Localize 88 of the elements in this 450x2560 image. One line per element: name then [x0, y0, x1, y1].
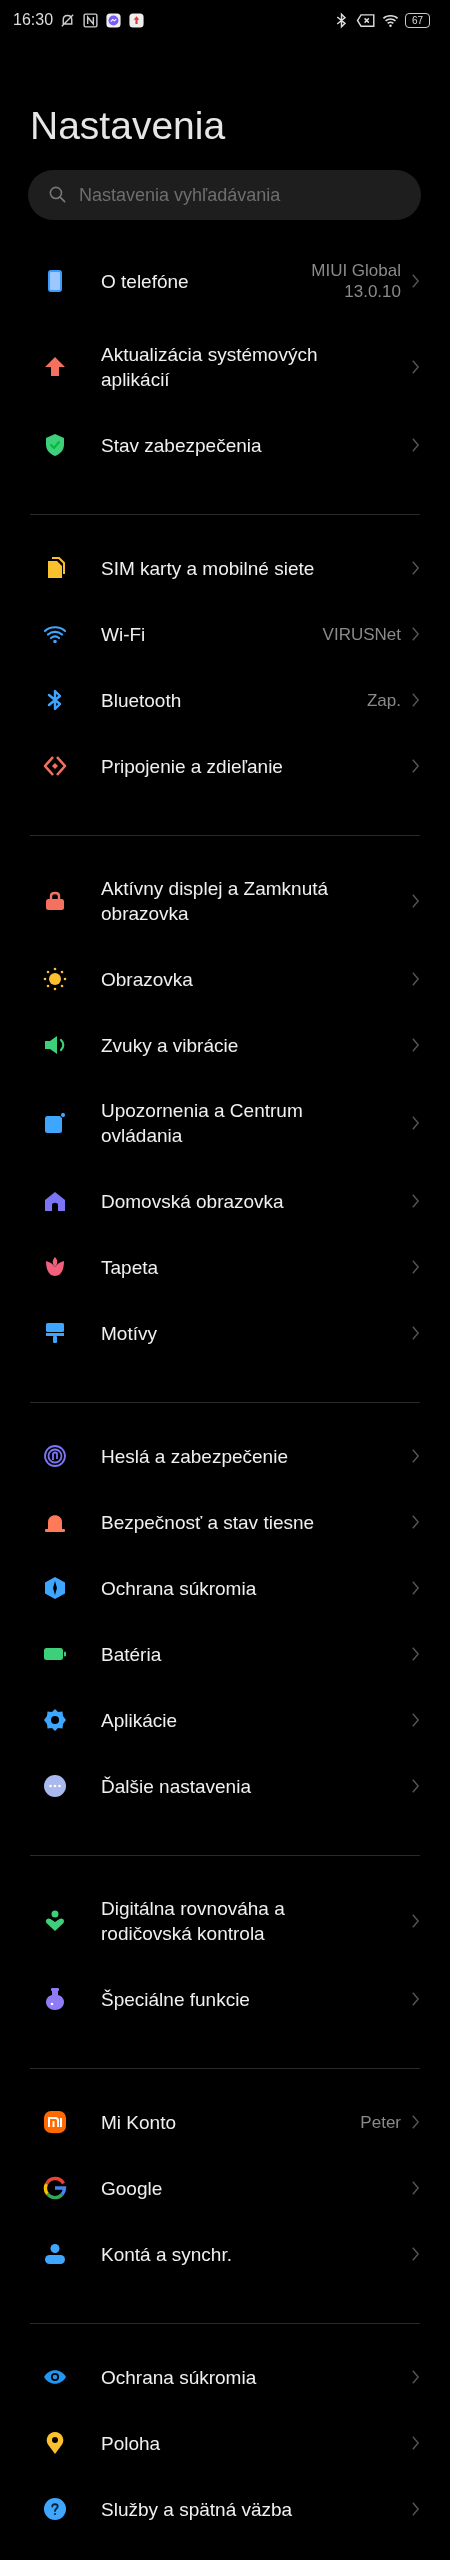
chevron-icon: [411, 1193, 420, 1209]
flower-icon: [43, 1255, 67, 1279]
setting-label[interactable]: Služby a spätná väzba: [101, 2496, 363, 2522]
fingerprint-icon: [43, 1444, 67, 1468]
setting-label[interactable]: Digitálna rovnováha a rodičovská kontrola: [101, 1896, 363, 1946]
chevron-icon: [411, 626, 420, 642]
chevron-icon: [411, 273, 420, 289]
lock-icon: [43, 889, 67, 913]
shield-icon: [43, 433, 67, 457]
chevron-icon: [411, 2114, 420, 2130]
chevron-icon: [411, 1712, 420, 1728]
chevron-icon: [411, 560, 420, 576]
chevron-icon: [411, 2435, 420, 2451]
chevron-icon: [411, 1259, 420, 1275]
chevron-icon: [411, 2369, 420, 2385]
setting-label[interactable]: O telefóne: [101, 268, 296, 294]
chevron-icon: [411, 1913, 420, 1929]
setting-label[interactable]: Google: [101, 2175, 363, 2201]
brush-icon: [43, 1321, 67, 1345]
search-icon: [48, 185, 67, 204]
setting-label[interactable]: Špeciálne funkcie: [101, 1986, 363, 2012]
setting-label[interactable]: Zvuky a vibrácie: [101, 1032, 363, 1058]
chevron-icon: [411, 1448, 420, 1464]
home-icon: [43, 1189, 67, 1213]
status-time: 16:30: [13, 11, 54, 29]
connection-icon: [43, 754, 67, 778]
google-logo-icon: [43, 2176, 67, 2200]
chevron-icon: [411, 359, 420, 375]
search-field[interactable]: Nastavenia vyhľadávania: [28, 170, 421, 220]
speaker-icon: [43, 1033, 67, 1057]
chevron-icon: [411, 2246, 420, 2262]
setting-label[interactable]: Poloha: [101, 2430, 363, 2456]
setting-label[interactable]: Pripojenie a zdieľanie: [101, 753, 363, 779]
setting-label[interactable]: Aktívny displej a Zamknutá obrazovka: [101, 876, 363, 926]
settings-icon: [43, 1708, 67, 1732]
setting-label[interactable]: Bezpečnosť a stav tiesne: [101, 1509, 363, 1535]
setting-label[interactable]: Kontá a synchr.: [101, 2241, 363, 2267]
setting-value: VIRUSNet: [322, 623, 401, 645]
chevron-icon: [411, 437, 420, 453]
setting-label[interactable]: Ochrana súkromia: [101, 2364, 363, 2390]
setting-label[interactable]: Tapeta: [101, 1254, 363, 1280]
setting-label[interactable]: Aktualizácia systémových aplikácií: [101, 342, 363, 392]
setting-label[interactable]: Bluetooth: [101, 687, 363, 713]
chat-bubble-icon: [105, 11, 123, 29]
setting-label[interactable]: Heslá a zabezpečenie: [101, 1443, 363, 1469]
setting-label[interactable]: Wi-Fi: [101, 621, 323, 647]
chevron-icon: [411, 1580, 420, 1596]
chevron-icon: [411, 2501, 420, 2517]
chevron-icon: [411, 1646, 420, 1662]
chevron-icon: [411, 692, 420, 708]
up-arrow-icon: [43, 355, 67, 379]
battery-indicator: 67: [404, 12, 430, 28]
setting-label[interactable]: Motívy: [101, 1320, 363, 1346]
chevron-icon: [411, 893, 420, 909]
chevron-icon: [411, 1514, 420, 1530]
sun-icon: [43, 967, 67, 991]
chevron-icon: [411, 1778, 420, 1794]
page-title: Nastavenia: [30, 106, 227, 146]
setting-label[interactable]: Ďalšie nastavenia: [101, 1773, 363, 1799]
more-icon: [43, 1774, 67, 1798]
chevron-icon: [411, 1037, 420, 1053]
setting-value: MIUI Global 13.0.10: [310, 260, 401, 302]
mi-logo-icon: [43, 2110, 67, 2134]
setting-label[interactable]: Obrazovka: [101, 966, 363, 992]
setting-label[interactable]: SIM karty a mobilné siete: [101, 555, 363, 581]
nfc-icon: [82, 11, 100, 29]
chevron-icon: [411, 758, 420, 774]
setting-label[interactable]: Mi Konto: [101, 2109, 361, 2135]
setting-label[interactable]: Domovská obrazovka: [101, 1188, 363, 1214]
chevron-icon: [411, 971, 420, 987]
setting-label[interactable]: Aplikácie: [101, 1707, 363, 1733]
chevron-icon: [411, 2180, 420, 2196]
app-icon: [128, 11, 146, 29]
chevron-icon: [411, 1325, 420, 1341]
notification-icon: [43, 1111, 67, 1135]
chevron-icon: [411, 1991, 420, 2007]
setting-label[interactable]: Batéria: [101, 1641, 363, 1667]
person-icon: [43, 2242, 67, 2266]
hexagon-icon: [43, 1576, 67, 1600]
flask-icon: [43, 1987, 67, 2011]
setting-value: Zap.: [366, 689, 401, 711]
setting-value: Peter: [360, 2111, 401, 2133]
chevron-icon: [411, 1115, 420, 1131]
help-icon: [43, 2497, 67, 2521]
setting-label[interactable]: Stav zabezpečenia: [101, 432, 363, 458]
person-heart-icon: [43, 1909, 67, 1933]
setting-label[interactable]: Upozornenia a Centrum ovládania: [101, 1098, 363, 1148]
setting-label[interactable]: Ochrana súkromia: [101, 1575, 363, 1601]
